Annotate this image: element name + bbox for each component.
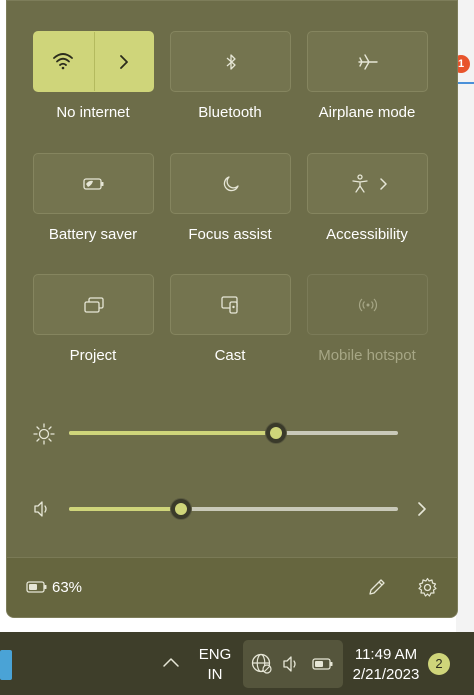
volume-icon (282, 655, 302, 673)
clock[interactable]: 11:49 AM 2/21/2023 (348, 646, 424, 683)
wifi-icon[interactable] (52, 52, 74, 70)
background-window-edge (456, 0, 474, 632)
tile-label-hotspot: Mobile hotspot (318, 347, 416, 364)
bluetooth-icon (224, 53, 238, 71)
tile-mobile-hotspot[interactable] (307, 274, 428, 335)
cast-icon (220, 295, 241, 314)
taskbar-app-icon[interactable] (0, 650, 12, 680)
chevron-right-icon[interactable] (378, 177, 388, 191)
quick-settings-panel: No internet Bluetooth Airplane mode Batt… (6, 0, 458, 618)
project-icon (83, 296, 105, 313)
tile-project[interactable] (33, 274, 154, 335)
language-code: ENG (198, 646, 232, 663)
quick-settings-top: No internet Bluetooth Airplane mode Batt… (7, 1, 457, 557)
tile-divider (94, 32, 95, 91)
tray-battery-icon (312, 657, 334, 671)
sun-icon (33, 423, 55, 445)
hotspot-icon (358, 297, 378, 313)
tile-accessibility[interactable] (307, 153, 428, 214)
tile-label-project: Project (69, 347, 117, 364)
moon-icon (222, 175, 240, 193)
volume-slider-track[interactable] (69, 507, 398, 511)
volume-output-chevron-icon[interactable] (416, 500, 428, 518)
brightness-slider-track[interactable] (69, 431, 398, 435)
tile-label-battery-saver: Battery saver (48, 226, 138, 243)
system-tray-group[interactable] (243, 640, 343, 688)
language-region: IN (207, 666, 223, 683)
tile-bluetooth[interactable] (170, 31, 291, 92)
battery-percent: 63% (52, 579, 83, 596)
tile-battery-saver[interactable] (33, 153, 154, 214)
tile-focus-assist[interactable] (170, 153, 291, 214)
notification-count-badge[interactable]: 2 (428, 653, 450, 675)
clock-date: 2/21/2023 (352, 666, 420, 683)
background-accent-line (458, 82, 474, 84)
volume-slider-fill (69, 507, 181, 511)
tile-airplane-mode[interactable] (307, 31, 428, 92)
brightness-slider-fill (69, 431, 277, 435)
tile-label-bluetooth: Bluetooth (198, 104, 262, 121)
brightness-slider-thumb[interactable] (265, 422, 288, 444)
quick-settings-footer: 63% (7, 557, 457, 617)
airplane-icon (357, 53, 379, 71)
language-indicator[interactable]: ENG IN (197, 646, 233, 683)
tile-label-airplane: Airplane mode (318, 104, 416, 121)
taskbar: ENG IN 11:49 AM 2/21/2023 2 (0, 632, 474, 695)
globe-icon (251, 653, 273, 675)
chevron-up-icon[interactable] (162, 656, 180, 668)
edit-pencil-icon[interactable] (367, 577, 387, 597)
speaker-icon (33, 500, 51, 518)
battery-icon[interactable] (26, 580, 48, 594)
chevron-right-icon[interactable] (118, 54, 130, 70)
tile-cast[interactable] (170, 274, 291, 335)
tile-wifi[interactable] (33, 31, 154, 92)
battery-saver-icon (82, 177, 105, 191)
clock-time: 11:49 AM (354, 646, 418, 663)
tile-label-cast: Cast (214, 347, 246, 364)
tile-label-accessibility: Accessibility (326, 226, 408, 243)
settings-gear-icon[interactable] (417, 577, 438, 598)
tile-label-focus-assist: Focus assist (188, 226, 272, 243)
tile-label-wifi: No internet (56, 104, 130, 121)
volume-slider-thumb[interactable] (169, 498, 192, 520)
accessibility-icon (350, 174, 370, 194)
